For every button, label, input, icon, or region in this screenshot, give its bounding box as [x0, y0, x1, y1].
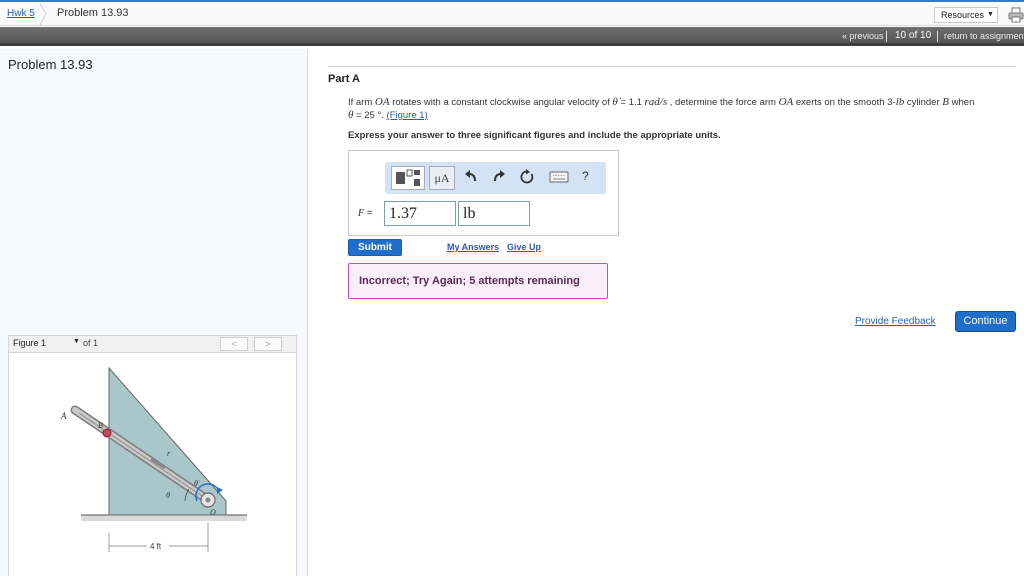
resources-label: Resources — [941, 10, 985, 20]
figure-prev-button[interactable]: < — [220, 337, 248, 351]
question-fragment: = 1.1 — [617, 97, 645, 108]
answer-equals: = — [364, 208, 373, 219]
figure-1-link[interactable]: (Figure 1) — [387, 110, 428, 121]
caret-down-icon: ▼ — [987, 11, 994, 18]
print-icon[interactable] — [1008, 7, 1024, 23]
part-title: Part A — [328, 73, 360, 85]
my-answers-link[interactable]: My Answers — [447, 242, 499, 252]
redo-icon[interactable] — [491, 169, 507, 185]
breadcrumb-problem: Problem 13.93 — [57, 7, 129, 19]
answer-variable-label: F = — [358, 208, 373, 219]
label-o: O — [210, 508, 216, 517]
figure-count: of 1 — [83, 338, 99, 348]
feedback-message: Incorrect; Try Again; 5 attempts remaini… — [348, 263, 608, 299]
question-unit: rad/s — [644, 96, 668, 108]
return-to-assignment-link[interactable]: return to assignment — [944, 31, 1024, 41]
nav-divider — [937, 31, 938, 42]
give-up-link[interactable]: Give Up — [507, 242, 541, 252]
provide-feedback-link[interactable]: Provide Feedback — [855, 316, 936, 327]
figure-select[interactable]: Figure 1 — [13, 338, 73, 350]
help-button[interactable]: ? — [582, 169, 589, 183]
caret-down-icon: ▼ — [73, 338, 80, 345]
question-var: OA — [374, 96, 390, 108]
label-width: 4 ft — [150, 542, 162, 551]
figure-canvas: A B r θ̇ θ O 4 ft — [8, 353, 297, 576]
question-var: OA — [778, 96, 794, 108]
question-text: If arm OA rotates with a constant clockw… — [348, 96, 1018, 122]
templates-icon — [396, 169, 420, 186]
undo-icon[interactable] — [463, 169, 479, 185]
units-button[interactable]: μA — [429, 166, 455, 190]
divider — [328, 66, 1016, 67]
figure-selector-bar: Figure 1 ▼ of 1 < > — [8, 335, 297, 353]
breadcrumb-assignment-link[interactable]: Hwk 5 — [7, 8, 35, 19]
resources-dropdown[interactable]: Resources ▼ — [934, 7, 998, 23]
instruction-text: Express your answer to three significant… — [348, 130, 721, 141]
main-content: Part A If arm OA rotates with a constant… — [310, 49, 1024, 576]
figure-diagram: A B r θ̇ θ O 4 ft — [60, 366, 247, 552]
question-fragment: If arm — [348, 97, 375, 108]
label-b: B — [98, 421, 103, 430]
arrowhead-icon — [217, 487, 223, 494]
question-fragment: , determine the force arm — [667, 97, 779, 108]
question-fragment: rotates with a constant clockwise angula… — [389, 97, 613, 108]
answer-unit-input[interactable]: lb — [458, 201, 530, 226]
answer-value-input[interactable]: 1.37 — [384, 201, 456, 226]
label-a: A — [60, 411, 67, 421]
math-toolbar: μA ? — [385, 162, 606, 194]
previous-link[interactable]: « previous — [842, 31, 884, 41]
question-fragment: = 25 °. — [353, 110, 387, 121]
left-panel: Problem 13.93 Figure 1 ▼ of 1 < > A B r … — [0, 49, 308, 576]
question-fragment: exerts on the smooth 3- — [793, 97, 896, 108]
chevron-right-icon — [39, 2, 47, 26]
cylinder-b — [102, 428, 112, 438]
continue-button[interactable]: Continue — [955, 311, 1016, 332]
question-fragment: when — [949, 97, 975, 108]
breadcrumb: Hwk 5 Problem 13.93 Resources ▼ — [0, 0, 1024, 26]
pivot-pin — [205, 497, 211, 503]
templates-button[interactable] — [391, 166, 425, 190]
label-theta: θ — [166, 491, 170, 500]
reset-icon[interactable] — [519, 169, 535, 185]
question-var: B — [942, 96, 949, 108]
assignment-nav: « previous 10 of 10 return to assignment — [0, 27, 1024, 46]
question-fragment: cylinder — [904, 97, 943, 108]
figure-next-button[interactable]: > — [254, 337, 282, 351]
keyboard-icon[interactable] — [549, 169, 569, 185]
left-problem-title: Problem 13.93 — [8, 57, 93, 72]
submit-button[interactable]: Submit — [348, 239, 402, 256]
answer-box: μA ? F = 1.37 lb — [348, 150, 619, 236]
ground — [81, 515, 247, 521]
nav-divider — [886, 31, 887, 42]
question-unit: lb — [895, 96, 905, 108]
problem-count: 10 of 10 — [895, 30, 932, 41]
